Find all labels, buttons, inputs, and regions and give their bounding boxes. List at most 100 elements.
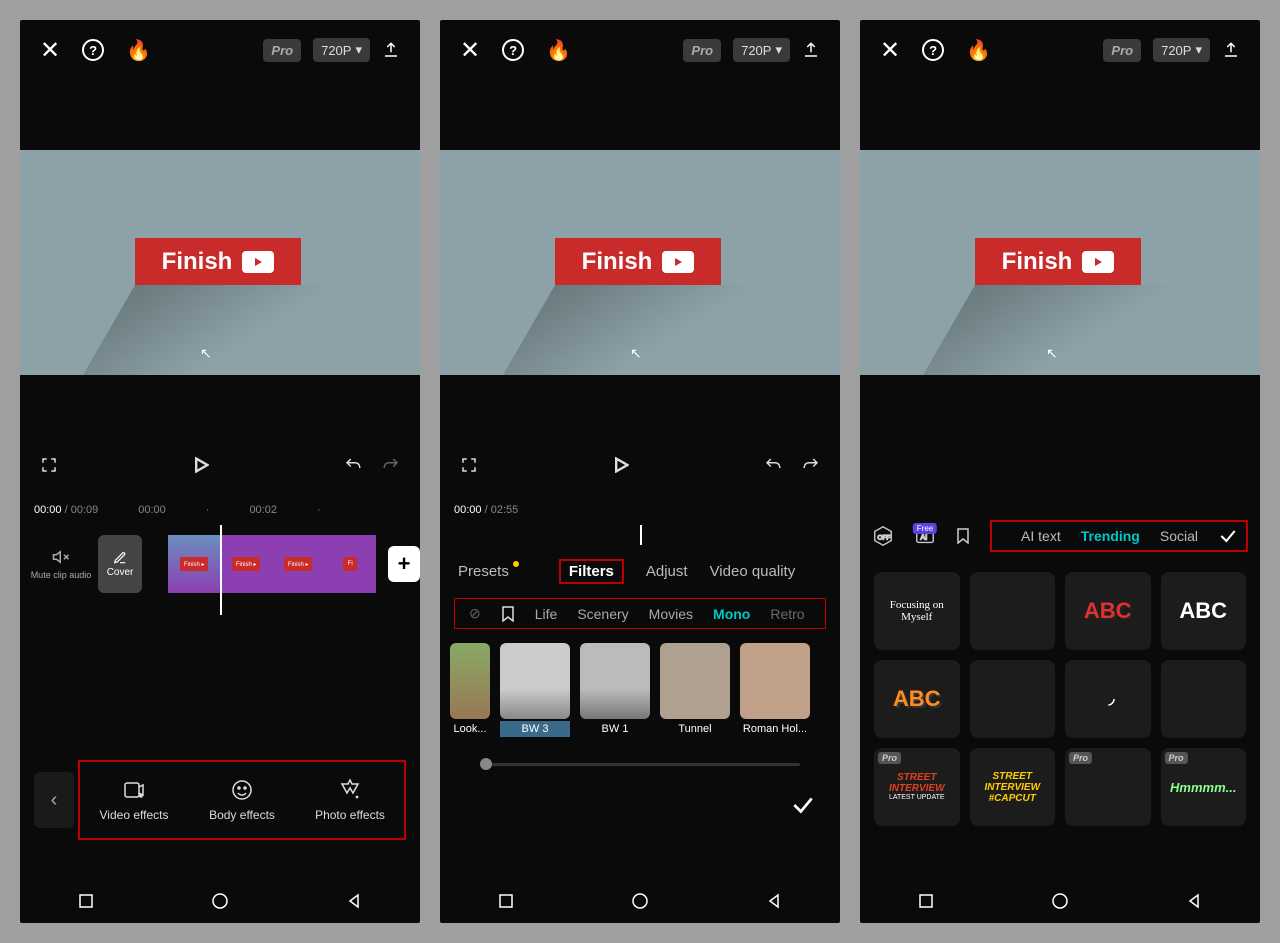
text-templates-grid: Focusing on Myself ABC ABC ABC ProSTREET… <box>860 562 1260 836</box>
clip-tile[interactable]: Finish ▸ <box>272 535 324 593</box>
nav-home-icon[interactable] <box>211 892 229 910</box>
text-tile[interactable] <box>970 572 1056 650</box>
text-tile[interactable]: ProHmmmm... <box>1161 748 1247 826</box>
tab-video-quality[interactable]: Video quality <box>710 563 796 580</box>
redo-icon[interactable] <box>382 456 400 474</box>
cat-retro[interactable]: Retro <box>770 606 804 622</box>
nav-home-icon[interactable] <box>1051 892 1069 910</box>
video-effects-button[interactable]: Video effects <box>80 762 188 838</box>
nav-recent-icon[interactable] <box>78 893 94 909</box>
nav-recent-icon[interactable] <box>918 893 934 909</box>
text-tile[interactable]: ABC <box>874 660 960 738</box>
text-tile[interactable]: Pro <box>1065 748 1151 826</box>
confirm-icon[interactable] <box>1218 526 1238 546</box>
cat-life[interactable]: Life <box>535 606 558 622</box>
add-clip-button[interactable]: + <box>388 546 420 582</box>
undo-icon[interactable] <box>344 456 362 474</box>
nav-back-icon[interactable] <box>766 893 782 909</box>
help-icon[interactable]: ? <box>502 39 524 61</box>
cat-mono[interactable]: Mono <box>713 606 750 622</box>
filter-thumb[interactable]: BW 3 <box>500 643 570 737</box>
fire-icon[interactable]: 🔥 <box>966 38 991 63</box>
tab-adjust[interactable]: Adjust <box>646 563 688 580</box>
play-icon[interactable] <box>193 457 209 473</box>
redo-icon[interactable] <box>802 456 820 474</box>
confirm-icon[interactable] <box>790 792 816 818</box>
resolution-dropdown[interactable]: 720P▾ <box>733 38 790 62</box>
none-icon[interactable]: ⊘ <box>469 605 481 622</box>
filter-thumbs[interactable]: Look... BW 3 BW 1 Tunnel Roman Hol... <box>440 629 840 751</box>
fire-icon[interactable]: 🔥 <box>546 38 571 63</box>
tab-social[interactable]: Social <box>1160 528 1198 544</box>
export-icon[interactable] <box>1222 41 1240 59</box>
mute-audio-button[interactable]: Mute clip audio <box>30 548 92 580</box>
bookmark-icon[interactable] <box>501 606 515 622</box>
tab-presets[interactable]: Presets <box>458 563 509 580</box>
clip-tile[interactable]: Fi <box>324 535 376 593</box>
filter-thumb[interactable]: Tunnel <box>660 643 730 737</box>
slider-knob[interactable] <box>480 758 492 770</box>
preview-area[interactable]: Finish ↖ <box>860 150 1260 375</box>
off-icon[interactable]: OFF <box>872 525 894 547</box>
text-tile[interactable] <box>1065 660 1151 738</box>
cat-scenery[interactable]: Scenery <box>577 606 628 622</box>
play-icon[interactable] <box>613 457 629 473</box>
youtube-icon <box>1082 251 1114 273</box>
export-icon[interactable] <box>802 41 820 59</box>
nav-recent-icon[interactable] <box>498 893 514 909</box>
body-effects-button[interactable]: Body effects <box>188 762 296 838</box>
text-tile[interactable]: ABC <box>1065 572 1151 650</box>
nav-home-icon[interactable] <box>631 892 649 910</box>
pro-badge[interactable]: Pro <box>1103 39 1141 62</box>
ai-tool-icon[interactable]: AIFree <box>914 525 936 547</box>
fire-icon[interactable]: 🔥 <box>126 38 151 63</box>
text-tile[interactable]: STREETINTERVIEW#CAPCUT <box>970 748 1056 826</box>
undo-icon[interactable] <box>764 456 782 474</box>
resolution-dropdown[interactable]: 720P▾ <box>313 38 370 62</box>
clip-tile[interactable]: Finish ▸ <box>168 535 220 593</box>
cover-tile[interactable]: Cover <box>98 535 142 593</box>
filter-thumb[interactable]: Roman Hol... <box>740 643 810 737</box>
photo-effects-button[interactable]: Photo effects <box>296 762 404 838</box>
cat-movies[interactable]: Movies <box>649 606 693 622</box>
preview-area[interactable]: Finish ↖ <box>440 150 840 375</box>
back-button[interactable]: ‹ <box>34 772 74 828</box>
chevron-down-icon: ▾ <box>355 42 362 58</box>
text-tile[interactable] <box>1161 660 1247 738</box>
export-icon[interactable] <box>382 41 400 59</box>
tab-ai-text[interactable]: AI text <box>1021 528 1061 544</box>
filter-thumb[interactable]: Look... <box>450 643 490 737</box>
cursor-icon: ↖ <box>630 345 642 362</box>
tab-filters[interactable]: Filters <box>559 559 624 584</box>
text-tile[interactable] <box>970 660 1056 738</box>
nav-back-icon[interactable] <box>1186 893 1202 909</box>
cursor-icon: ↖ <box>200 345 212 362</box>
youtube-icon <box>662 251 694 273</box>
playhead[interactable] <box>220 525 222 615</box>
close-icon[interactable]: ✕ <box>880 36 900 65</box>
close-icon[interactable]: ✕ <box>460 36 480 65</box>
playhead[interactable] <box>640 525 642 545</box>
pro-badge[interactable]: Pro <box>263 39 301 62</box>
bookmark-icon[interactable] <box>956 528 970 544</box>
pro-badge[interactable]: Pro <box>683 39 721 62</box>
text-tile[interactable]: ProSTREET INTERVIEWLATEST UPDATE <box>874 748 960 826</box>
close-icon[interactable]: ✕ <box>40 36 60 65</box>
resolution-dropdown[interactable]: 720P▾ <box>1153 38 1210 62</box>
nav-back-icon[interactable] <box>346 893 362 909</box>
clip-tile[interactable]: Finish ▸ <box>220 535 272 593</box>
help-icon[interactable]: ? <box>82 39 104 61</box>
fullscreen-icon[interactable] <box>460 456 478 474</box>
finish-overlay: Finish <box>555 238 721 285</box>
help-icon[interactable]: ? <box>922 39 944 61</box>
text-tile[interactable]: ABC <box>1161 572 1247 650</box>
timeline[interactable]: Mute clip audio Cover Finish ▸ Finish ▸ … <box>20 525 420 615</box>
preview-area[interactable]: Finish ↖ <box>20 150 420 375</box>
phone-3: ✕ ? 🔥 Pro 720P▾ Finish ↖ OFF AIFree AI t… <box>860 20 1260 923</box>
tab-trending[interactable]: Trending <box>1081 528 1140 544</box>
fullscreen-icon[interactable] <box>40 456 58 474</box>
intensity-slider[interactable] <box>480 763 800 766</box>
filter-thumb[interactable]: BW 1 <box>580 643 650 737</box>
text-tile[interactable]: Focusing on Myself <box>874 572 960 650</box>
finish-overlay: Finish <box>135 238 301 285</box>
